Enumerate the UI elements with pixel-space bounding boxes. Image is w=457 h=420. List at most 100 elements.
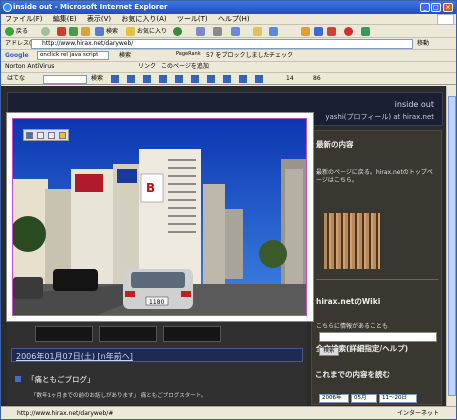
hatena-count-2: 86: [313, 75, 321, 82]
menu-file[interactable]: ファイル(F): [1, 14, 47, 25]
folder-icon[interactable]: [253, 27, 262, 36]
hatena-button-c[interactable]: [143, 75, 151, 83]
tool-icon-1[interactable]: [301, 27, 310, 36]
print-icon[interactable]: [213, 27, 222, 36]
search-icon[interactable]: [95, 27, 104, 36]
hatena-button-d[interactable]: [159, 75, 167, 83]
status-bar: http://www.hirax.net/daryweb/# インターネット: [1, 406, 456, 419]
hatena-toolbar: はてな 検索 14 86: [1, 73, 456, 85]
close-button[interactable]: ×: [443, 3, 453, 12]
minimize-button[interactable]: _: [420, 3, 430, 12]
media-icon[interactable]: [173, 27, 182, 36]
standard-toolbar: 戻る 検索 お気に入り: [1, 25, 456, 38]
city-photo[interactable]: B 1180: [12, 118, 307, 316]
site-subtitle[interactable]: yashi(プロフィール) at hirax.net: [325, 112, 434, 122]
back-icon[interactable]: [5, 27, 14, 36]
hatena-button-a[interactable]: [111, 75, 119, 83]
hatena-label[interactable]: はてな: [7, 74, 25, 84]
menu-view[interactable]: 表示(V): [83, 14, 115, 25]
image-toolbar: [23, 129, 69, 141]
add-page-button[interactable]: このページを追加: [161, 62, 209, 72]
pagerank-label: PageRank: [176, 51, 201, 57]
popup-blocked-label[interactable]: 57 をブロックしました: [206, 51, 270, 61]
mail-icon[interactable]: [196, 27, 205, 36]
address-input[interactable]: http://www.hirax.net/daryweb/: [31, 39, 413, 49]
browser-window: inside out - Microsoft Internet Explorer…: [0, 0, 457, 420]
entry-bullet-icon: [15, 376, 21, 382]
maximize-button[interactable]: □: [431, 3, 441, 12]
hatena-count-1: 14: [286, 75, 294, 82]
links-label[interactable]: リンク: [138, 62, 156, 72]
hatena-button-h[interactable]: [223, 75, 231, 83]
ie-icon: [3, 3, 12, 12]
sidebar-recent-text[interactable]: 最新のページに戻る。hirax.netのトップページはこちら。: [316, 169, 438, 185]
sidebar-wiki-text: こちらに情報があることも: [316, 323, 389, 330]
google-toolbar: Google onclick rel java script 検索 PageRa…: [1, 50, 456, 62]
favorites-button[interactable]: お気に入り: [137, 26, 167, 37]
hatena-button-b[interactable]: [127, 75, 135, 83]
save-image-icon[interactable]: [26, 132, 33, 139]
thumbnail-row: [35, 326, 285, 342]
search-button[interactable]: 検索: [106, 26, 118, 37]
post-date[interactable]: 2006年01月07日(土) [n年前へ]: [16, 351, 133, 362]
refresh-icon[interactable]: [69, 27, 78, 36]
image-popup: B 1180: [6, 112, 314, 322]
spell-check-button[interactable]: チェック: [269, 51, 293, 61]
menu-tools[interactable]: ツール(T): [173, 14, 212, 25]
windows-logo-icon: [437, 14, 454, 25]
vertical-scrollbar[interactable]: [446, 86, 456, 406]
range-select[interactable]: 11〜20日: [379, 394, 417, 403]
hatena-button-i[interactable]: [239, 75, 247, 83]
menu-edit[interactable]: 編集(E): [49, 14, 81, 25]
stop-icon[interactable]: [57, 27, 66, 36]
city-street-scene: B 1180: [13, 119, 306, 315]
thumbnail[interactable]: [99, 326, 157, 342]
hatena-search-button[interactable]: 検索: [91, 74, 103, 84]
home-icon[interactable]: [81, 27, 90, 36]
thumbnail[interactable]: [35, 326, 93, 342]
menu-help[interactable]: ヘルプ(H): [214, 14, 254, 25]
hatena-button-e[interactable]: [175, 75, 183, 83]
svg-text:B: B: [146, 181, 155, 195]
back-button[interactable]: 戻る: [16, 26, 28, 37]
mail-image-icon[interactable]: [48, 132, 55, 139]
month-select[interactable]: 05月: [351, 394, 377, 403]
tool-icon-4[interactable]: [344, 27, 353, 36]
hatena-button-g[interactable]: [207, 75, 215, 83]
sidebar-archive-heading: これまでの内容を読む: [315, 370, 390, 379]
sidebar-wiki-heading[interactable]: hirax.netのWiki: [316, 296, 380, 307]
year-select[interactable]: 2006年: [319, 394, 349, 403]
menu-favorites[interactable]: お気に入り(A): [117, 14, 170, 25]
tool-icon-5[interactable]: [361, 27, 370, 36]
go-button[interactable]: 移動: [417, 39, 429, 49]
fulltext-search-input[interactable]: [319, 332, 437, 342]
scrollbar-thumb[interactable]: [448, 96, 456, 396]
google-search-input[interactable]: onclick rel java script: [37, 51, 109, 60]
title-bar: inside out - Microsoft Internet Explorer…: [1, 1, 456, 14]
qr-code-image: [324, 213, 380, 269]
status-zone: インターネット: [397, 410, 440, 417]
site-title[interactable]: inside out: [395, 100, 434, 109]
hatena-button-f[interactable]: [191, 75, 199, 83]
status-url: http://www.hirax.net/daryweb/#: [17, 410, 114, 417]
post-date-bar: 2006年01月07日(土) [n年前へ]: [11, 348, 303, 362]
print-image-icon[interactable]: [37, 132, 44, 139]
entry-title: 「痛ともごブログ」: [27, 375, 95, 384]
fulltext-search-button[interactable]: 検索: [319, 347, 339, 356]
window-title: inside out - Microsoft Internet Explorer: [13, 3, 168, 11]
norton-label[interactable]: Norton AntiVirus: [5, 62, 54, 72]
edit-icon[interactable]: [231, 27, 240, 36]
google-search-button[interactable]: 検索: [119, 51, 131, 61]
messenger-icon[interactable]: [269, 27, 278, 36]
favorites-icon[interactable]: [126, 27, 135, 36]
entry-text: 「数年1ヶ月までの前のお話しがあります」 痛ともごブログスタート。: [31, 393, 207, 399]
forward-icon[interactable]: [41, 27, 50, 36]
tool-icon-2[interactable]: [314, 27, 323, 36]
sidebar: 最新の内容 最新のページに戻る。hirax.netのトップページはこちら。 hi…: [311, 130, 442, 405]
folder-image-icon[interactable]: [59, 132, 66, 139]
google-logo: Google: [5, 52, 29, 59]
hatena-search-input[interactable]: [43, 75, 87, 84]
hatena-button-j[interactable]: [255, 75, 263, 83]
tool-icon-3[interactable]: [327, 27, 336, 36]
thumbnail[interactable]: [163, 326, 221, 342]
